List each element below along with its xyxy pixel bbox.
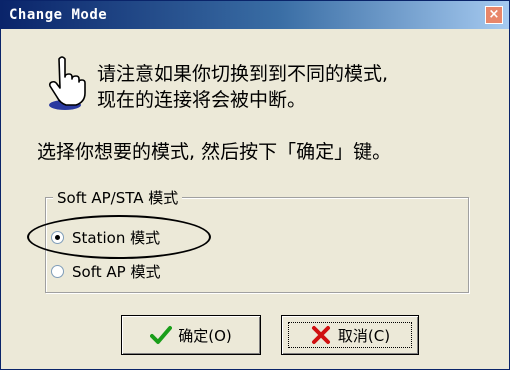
ok-button[interactable]: 确定(O) bbox=[121, 315, 261, 355]
radio-unselected-icon[interactable] bbox=[51, 264, 64, 278]
warning-message-line-1: 请注意如果你切换到到不同的模式, bbox=[97, 63, 389, 85]
change-mode-dialog: Change Mode × 请注意如果你切换到到不同的模式, 现在的连接将会被中… bbox=[0, 0, 510, 370]
title-bar[interactable]: Change Mode × bbox=[1, 1, 509, 29]
mode-group-legend: Soft AP/STA 模式 bbox=[53, 187, 183, 208]
cancel-button[interactable]: 取消(C) bbox=[281, 315, 419, 355]
soft-ap-mode-label[interactable]: Soft AP 模式 bbox=[72, 261, 160, 282]
soft-ap-mode-radio[interactable]: Soft AP 模式 bbox=[51, 259, 160, 283]
highlight-annotation-ellipse bbox=[27, 215, 211, 259]
instruction-text: 选择你想要的模式, 然后按下「确定」键。 bbox=[37, 141, 392, 163]
window-title: Change Mode bbox=[9, 7, 108, 23]
warning-message-line-2: 现在的连接将会被中断。 bbox=[97, 89, 307, 111]
hand-pointer-icon bbox=[48, 56, 86, 110]
ok-button-label: 确定(O) bbox=[178, 326, 232, 345]
focus-rectangle bbox=[288, 322, 412, 348]
checkmark-icon bbox=[150, 326, 173, 344]
close-button[interactable]: × bbox=[485, 6, 503, 24]
